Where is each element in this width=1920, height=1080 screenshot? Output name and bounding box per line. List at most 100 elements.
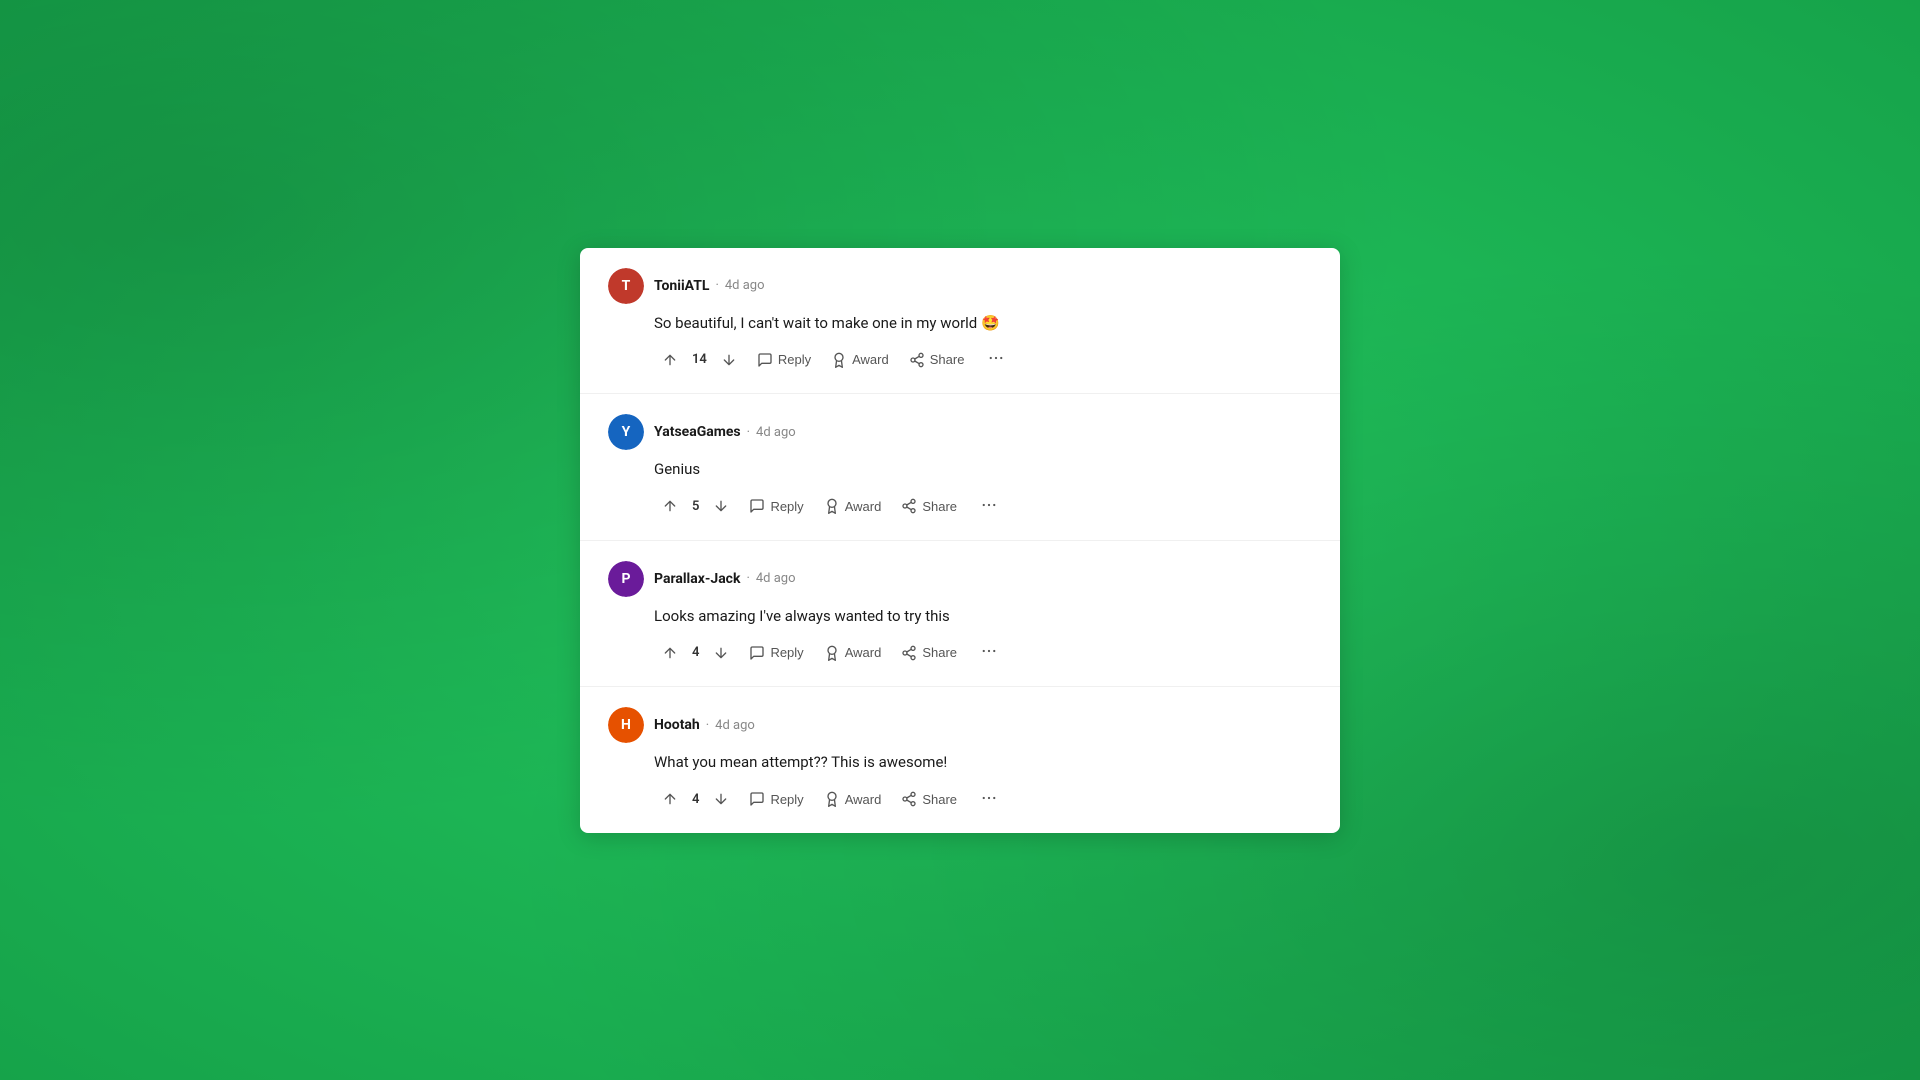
timestamp: 4d ago [715, 718, 755, 733]
reply-icon [749, 645, 765, 661]
upvote-icon [662, 498, 678, 514]
more-options-button[interactable] [973, 491, 1005, 522]
reply-label: Reply [778, 352, 811, 367]
downvote-button[interactable] [705, 786, 737, 812]
vote-count: 4 [688, 645, 703, 660]
share-label: Share [930, 352, 965, 367]
share-icon [901, 498, 917, 514]
avatar: T [608, 268, 644, 304]
vote-group: 14 [654, 347, 745, 373]
reply-icon [749, 791, 765, 807]
comment-item-1: T ToniiATL · 4d ago So beautiful, I can'… [580, 248, 1340, 395]
reply-icon [757, 352, 773, 368]
comment-meta: ToniiATL · 4d ago [654, 278, 765, 294]
share-icon [901, 791, 917, 807]
comment-header: Y YatseaGames · 4d ago [608, 414, 1312, 450]
reply-icon [749, 498, 765, 514]
share-icon [909, 352, 925, 368]
more-options-button[interactable] [973, 637, 1005, 668]
downvote-icon [713, 791, 729, 807]
reply-label: Reply [770, 499, 803, 514]
upvote-button[interactable] [654, 493, 686, 519]
award-icon [824, 645, 840, 661]
share-button[interactable]: Share [893, 493, 965, 519]
share-label: Share [922, 792, 957, 807]
upvote-icon [662, 791, 678, 807]
avatar: P [608, 561, 644, 597]
vote-group: 4 [654, 640, 737, 666]
vote-group: 4 [654, 786, 737, 812]
username: Hootah [654, 717, 700, 733]
share-icon [901, 645, 917, 661]
more-icon [980, 496, 998, 514]
avatar-initials: T [608, 268, 644, 304]
vote-group: 5 [654, 493, 737, 519]
more-options-button[interactable] [980, 344, 1012, 375]
more-icon [980, 789, 998, 807]
more-icon [987, 349, 1005, 367]
award-button[interactable]: Award [823, 347, 897, 373]
more-icon [980, 642, 998, 660]
upvote-button[interactable] [654, 640, 686, 666]
comment-header: T ToniiATL · 4d ago [608, 268, 1312, 304]
comment-body: What you mean attempt?? This is awesome! [608, 751, 1312, 774]
award-button[interactable]: Award [816, 640, 890, 666]
more-options-button[interactable] [973, 784, 1005, 815]
downvote-icon [721, 352, 737, 368]
comment-item-3: P Parallax-Jack · 4d ago Looks amazing I… [580, 541, 1340, 688]
dot-separator: · [747, 425, 750, 440]
avatar-initials: H [608, 707, 644, 743]
reply-button[interactable]: Reply [741, 786, 811, 812]
vote-count: 5 [688, 499, 703, 514]
username: ToniiATL [654, 278, 709, 294]
downvote-button[interactable] [713, 347, 745, 373]
comment-body: Looks amazing I've always wanted to try … [608, 605, 1312, 628]
comments-panel: T ToniiATL · 4d ago So beautiful, I can'… [580, 248, 1340, 833]
award-icon [824, 498, 840, 514]
share-label: Share [922, 645, 957, 660]
timestamp: 4d ago [725, 278, 765, 293]
reply-label: Reply [770, 792, 803, 807]
upvote-button[interactable] [654, 786, 686, 812]
comment-header: H Hootah · 4d ago [608, 707, 1312, 743]
downvote-button[interactable] [705, 493, 737, 519]
award-button[interactable]: Award [816, 493, 890, 519]
upvote-button[interactable] [654, 347, 686, 373]
avatar-initials: Y [608, 414, 644, 450]
award-label: Award [845, 499, 882, 514]
comment-meta: Parallax-Jack · 4d ago [654, 571, 796, 587]
share-button[interactable]: Share [893, 640, 965, 666]
award-label: Award [852, 352, 889, 367]
dot-separator: · [706, 718, 709, 733]
comment-actions: 14 Reply Award [608, 344, 1312, 375]
dot-separator: · [746, 571, 749, 586]
upvote-icon [662, 645, 678, 661]
dot-separator: · [715, 278, 718, 293]
reply-button[interactable]: Reply [741, 640, 811, 666]
comment-meta: Hootah · 4d ago [654, 717, 755, 733]
share-button[interactable]: Share [893, 786, 965, 812]
share-label: Share [922, 499, 957, 514]
comment-actions: 4 Reply Award [608, 637, 1312, 668]
avatar: Y [608, 414, 644, 450]
comment-body: So beautiful, I can't wait to make one i… [608, 312, 1312, 335]
reply-button[interactable]: Reply [741, 493, 811, 519]
award-label: Award [845, 645, 882, 660]
avatar: H [608, 707, 644, 743]
award-icon [824, 791, 840, 807]
downvote-button[interactable] [705, 640, 737, 666]
downvote-icon [713, 645, 729, 661]
downvote-icon [713, 498, 729, 514]
reply-button[interactable]: Reply [749, 347, 819, 373]
comment-item-2: Y YatseaGames · 4d ago Genius 5 [580, 394, 1340, 541]
award-label: Award [845, 792, 882, 807]
vote-count: 14 [688, 352, 711, 367]
award-icon [831, 352, 847, 368]
username: Parallax-Jack [654, 571, 740, 587]
share-button[interactable]: Share [901, 347, 973, 373]
comment-body: Genius [608, 458, 1312, 481]
username: YatseaGames [654, 424, 741, 440]
comment-actions: 5 Reply Award [608, 491, 1312, 522]
comment-header: P Parallax-Jack · 4d ago [608, 561, 1312, 597]
award-button[interactable]: Award [816, 786, 890, 812]
